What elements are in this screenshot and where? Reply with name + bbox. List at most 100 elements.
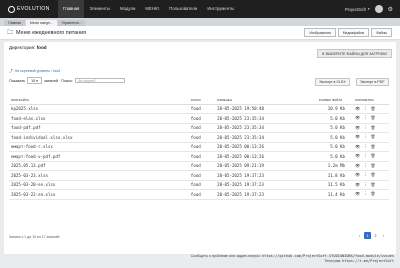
more-vertical-icon[interactable]: ⋮	[363, 191, 367, 196]
eye-icon[interactable]: 👁	[355, 134, 360, 139]
entries-label: записей	[43, 78, 59, 83]
nav-item-modules[interactable]: Модули	[115, 0, 140, 18]
eye-icon[interactable]: 👁	[355, 163, 360, 168]
export-pdf-button[interactable]: Экспорт в PDF	[356, 78, 389, 86]
table-row: food-elas.xlsx food 20-05-2025 23:35:34 5.0…	[9, 113, 389, 124]
file-actions: 👁 ⋮ 🗑	[353, 132, 389, 143]
footer-telegram-text: Телеграм:	[324, 259, 342, 263]
file-actions: 👁 ⋮ 🗑	[353, 170, 389, 181]
trash-icon[interactable]: 🗑	[370, 145, 375, 149]
file-modified: 20-05-2025 23:35:34	[215, 132, 318, 143]
eye-icon[interactable]: 👁	[355, 115, 360, 120]
eye-icon[interactable]: 👁	[355, 144, 360, 149]
next-page-button[interactable]: ›	[380, 232, 387, 239]
upload-files-label: ВЫБЕРИТЕ ФАЙЛЫ ДЛЯ ЗАГРУЗКИ	[325, 51, 387, 56]
table-row: 2025.05.13.pdf food 20-05-2025 09:21:19 1.2…	[9, 161, 389, 171]
show-label: Показать	[9, 78, 26, 83]
directory-label: Директория:	[9, 45, 36, 50]
trash-icon[interactable]: 🗑	[370, 154, 375, 158]
file-size: 10.9 Kb	[317, 104, 353, 114]
file-name: 2025-03-22-en.xlsx	[9, 189, 189, 200]
file-name: 2025-03-20-en.xlsx	[9, 180, 189, 190]
file-folder: food	[188, 161, 216, 171]
level-up-icon: ⤴	[9, 69, 13, 73]
trash-icon[interactable]: 🗑	[370, 164, 375, 168]
footer-line-2: Телеграм: https://t.me/ProjectSoft	[191, 259, 394, 264]
file-modified: 20-05-2025 23:35:34	[215, 123, 318, 133]
prev-page-button[interactable]: ‹	[356, 232, 363, 239]
file-name: eмарт-food-r.xlsx	[9, 142, 189, 152]
file-actions: 👁 ⋮ 🗑	[353, 104, 389, 114]
nav-item-menu[interactable]: МЕНЮ	[140, 0, 164, 18]
trash-icon[interactable]: 🗑	[370, 192, 375, 196]
file-name: 2025-03-23.xlsx	[9, 170, 189, 181]
nav-item-home[interactable]: Главная	[58, 0, 85, 18]
avatar[interactable]	[374, 5, 383, 13]
more-vertical-icon[interactable]: ⋮	[363, 182, 367, 187]
trash-icon[interactable]: 🗑	[370, 173, 375, 177]
file-actions: 👁 ⋮ 🗑	[353, 180, 389, 190]
files-button[interactable]: Файлы	[371, 28, 392, 37]
file-name: eмарт-food-v-pdf.pdf	[9, 151, 189, 162]
nav-item-elements[interactable]: Элементы	[84, 0, 115, 18]
trash-icon[interactable]: 🗑	[370, 107, 375, 111]
images-button[interactable]: Изображения	[304, 28, 336, 37]
file-name: kp2025.xlsx	[9, 104, 189, 114]
footer-issues-text: Сообщить о проблеме или задать вопрос:	[190, 254, 262, 258]
more-vertical-icon[interactable]: ⋮	[363, 134, 367, 139]
file-size: 5.0 Kb	[317, 132, 353, 143]
table-row: 2025-03-23.xlsx food 20-05-2025 19:37:23 11…	[9, 170, 389, 181]
export-xlsx-button[interactable]: Экспорт в XLSX	[315, 78, 350, 86]
file-modified: 20-05-2025 19:37:23	[215, 180, 318, 190]
col-params: ПАРАМЕТРЫ	[353, 96, 389, 105]
eye-icon[interactable]: 👁	[355, 182, 360, 187]
eye-icon[interactable]: 👁	[355, 106, 360, 111]
col-filename[interactable]: ИМЯ ФАЙЛА	[9, 96, 189, 105]
trash-icon[interactable]: 🗑	[370, 135, 375, 139]
page-button-1[interactable]: 1	[364, 232, 371, 239]
user-menu[interactable]: ProjectSoft ▾ ⚙	[345, 5, 400, 13]
col-modified[interactable]: ИЗМЕНЕН	[215, 96, 318, 105]
eye-icon[interactable]: 👁	[355, 125, 360, 130]
main-nav: Главная Элементы Модули МЕНЮ Пользовател…	[58, 0, 239, 18]
trash-icon[interactable]: 🗑	[370, 183, 375, 187]
nav-item-tools[interactable]: Инструменты	[202, 0, 239, 18]
table-row: eмарт-food-v-pdf.pdf food 20-05-2025 00:13…	[9, 151, 389, 162]
eye-icon[interactable]: 👁	[355, 153, 360, 158]
eye-icon[interactable]: 👁	[355, 191, 360, 196]
more-vertical-icon[interactable]: ⋮	[363, 125, 367, 130]
file-size: 11.4 Kb	[317, 189, 353, 200]
col-folder[interactable]: ПАПКА	[188, 96, 216, 105]
nav-item-users[interactable]: Пользователи	[164, 0, 202, 18]
parent-directory-link[interactable]: ⤴ На корневой уровень / food	[9, 69, 60, 74]
file-size: 5.0 Kb	[317, 151, 353, 162]
page-button-2[interactable]: 2	[372, 232, 379, 239]
upload-files-button[interactable]: ⬆ ВЫБЕРИТЕ ФАЙЛЫ ДЛЯ ЗАГРУЗКИ	[316, 49, 392, 58]
more-vertical-icon[interactable]: ⋮	[363, 153, 367, 158]
tab-bar: Главная Меню ежедн... Управлени...	[0, 18, 400, 26]
footer-issues-link[interactable]: https://github.com/ProjectSoft-STUDIONIO…	[262, 254, 394, 258]
more-vertical-icon[interactable]: ⋮	[363, 144, 367, 149]
file-size: 5.0 Kb	[317, 142, 353, 152]
more-vertical-icon[interactable]: ⋮	[363, 115, 367, 120]
logo[interactable]: EVOLUTION	[8, 5, 58, 13]
page-size-select[interactable]: 10 ▾	[27, 77, 42, 85]
pagination: ‹ 1 2 ›	[355, 232, 387, 239]
evolution-logo-icon	[8, 5, 15, 13]
search-input[interactable]: Что ищете?	[74, 77, 125, 84]
gear-icon[interactable]: ⚙	[388, 6, 393, 13]
more-vertical-icon[interactable]: ⋮	[363, 163, 367, 168]
file-name: food-individual.xlsx.xlsx	[9, 132, 189, 143]
file-size: 11.5 Kb	[317, 180, 353, 190]
media-button[interactable]: Медиафайлы	[337, 28, 370, 37]
footer-telegram-link[interactable]: https://t.me/ProjectSoft	[342, 259, 394, 263]
trash-icon[interactable]: 🗑	[370, 116, 375, 120]
more-vertical-icon[interactable]: ⋮	[363, 172, 367, 177]
file-folder: food	[188, 142, 216, 152]
more-vertical-icon[interactable]: ⋮	[363, 106, 367, 111]
col-size[interactable]: РАЗМЕР ФАЙЛА	[317, 96, 353, 105]
chevron-down-icon: ▾	[367, 7, 370, 11]
eye-icon[interactable]: 👁	[355, 172, 360, 177]
file-size: 5.0 Kb	[317, 113, 353, 124]
trash-icon[interactable]: 🗑	[370, 126, 375, 130]
